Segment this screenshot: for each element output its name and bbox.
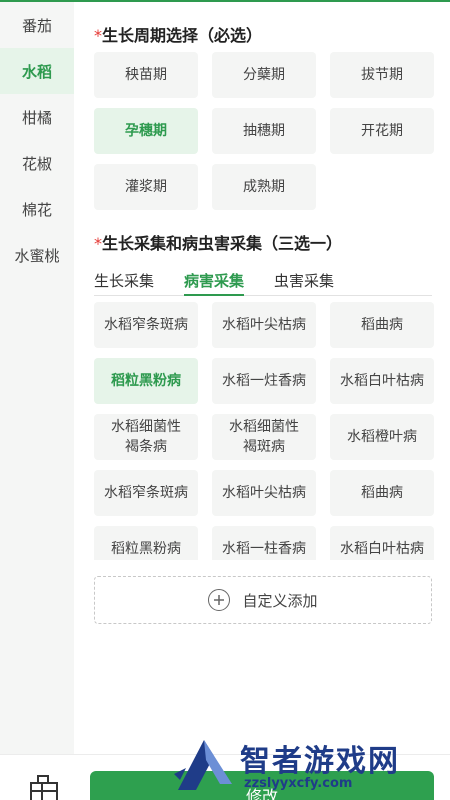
required-mark: * [94,234,102,253]
collection-tabs: 生长采集 病害采集 虫害采集 [94,266,432,296]
disease-option[interactable]: 水稻细菌性褐条病 [94,414,198,460]
period-option[interactable]: 秧苗期 [94,52,198,98]
period-option[interactable]: 灌浆期 [94,164,198,210]
disease-list-scroll[interactable]: 水稻窄条斑病 水稻叶尖枯病 稻曲病 稻粒黑粉病 水稻一炷香病 水稻白叶枯病 水稻… [94,302,434,560]
required-mark: * [94,26,102,45]
sidebar-item-sichuan-pepper[interactable]: 花椒 [0,140,74,186]
growth-period-title-text: 生长周期选择（必选） [102,26,263,45]
custom-add-button[interactable]: 自定义添加 [94,576,432,624]
disease-option[interactable]: 水稻窄条斑病 [94,302,198,348]
sidebar-item-peach[interactable]: 水蜜桃 [0,232,74,278]
disease-option-selected[interactable]: 稻粒黑粉病 [94,358,198,404]
tab-growth-collection[interactable]: 生长采集 [94,266,154,296]
disease-option[interactable]: 稻曲病 [330,302,434,348]
modify-button[interactable]: 修改 [90,771,434,800]
tab-pest-collection[interactable]: 虫害采集 [274,266,334,296]
period-option[interactable]: 拔节期 [330,52,434,98]
disease-option[interactable]: 稻粒黑粉病 [94,526,198,560]
bottom-bar: 修改 [0,754,450,800]
toolbox-icon[interactable] [28,775,60,800]
period-option[interactable]: 开花期 [330,108,434,154]
disease-option[interactable]: 水稻细菌性褐斑病 [212,414,316,460]
tab-disease-collection[interactable]: 病害采集 [184,266,245,296]
disease-option[interactable]: 水稻叶尖枯病 [212,470,316,516]
period-option[interactable]: 分蘖期 [212,52,316,98]
disease-option[interactable]: 水稻一炷香病 [212,358,316,404]
collection-title: *生长采集和病虫害采集（三选一） [94,230,342,254]
disease-option[interactable]: 水稻橙叶病 [330,414,434,460]
growth-period-grid: 秧苗期 分蘖期 拔节期 孕穗期 抽穗期 开花期 灌浆期 成熟期 [94,52,434,210]
collection-title-text: 生长采集和病虫害采集（三选一） [102,234,343,253]
growth-period-title: *生长周期选择（必选） [94,22,262,46]
disease-option[interactable]: 水稻白叶枯病 [330,358,434,404]
main-panel: *生长周期选择（必选） 秧苗期 分蘖期 拔节期 孕穗期 抽穗期 开花期 灌浆期 … [74,2,450,754]
period-option[interactable]: 成熟期 [212,164,316,210]
custom-add-label: 自定义添加 [242,591,318,610]
crop-sidebar: 番茄 水稻 柑橘 花椒 棉花 水蜜桃 [0,2,74,754]
period-option[interactable]: 抽穗期 [212,108,316,154]
sidebar-item-rice[interactable]: 水稻 [0,48,74,94]
period-option-selected[interactable]: 孕穗期 [94,108,198,154]
sidebar-item-citrus[interactable]: 柑橘 [0,94,74,140]
plus-circle-icon [208,589,231,611]
disease-option[interactable]: 水稻窄条斑病 [94,470,198,516]
disease-option[interactable]: 稻曲病 [330,470,434,516]
sidebar-item-cotton[interactable]: 棉花 [0,186,74,232]
disease-option[interactable]: 水稻白叶枯病 [330,526,434,560]
sidebar-item-tomato[interactable]: 番茄 [0,2,74,48]
disease-grid: 水稻窄条斑病 水稻叶尖枯病 稻曲病 稻粒黑粉病 水稻一炷香病 水稻白叶枯病 水稻… [94,302,434,560]
disease-option[interactable]: 水稻一柱香病 [212,526,316,560]
disease-option[interactable]: 水稻叶尖枯病 [212,302,316,348]
